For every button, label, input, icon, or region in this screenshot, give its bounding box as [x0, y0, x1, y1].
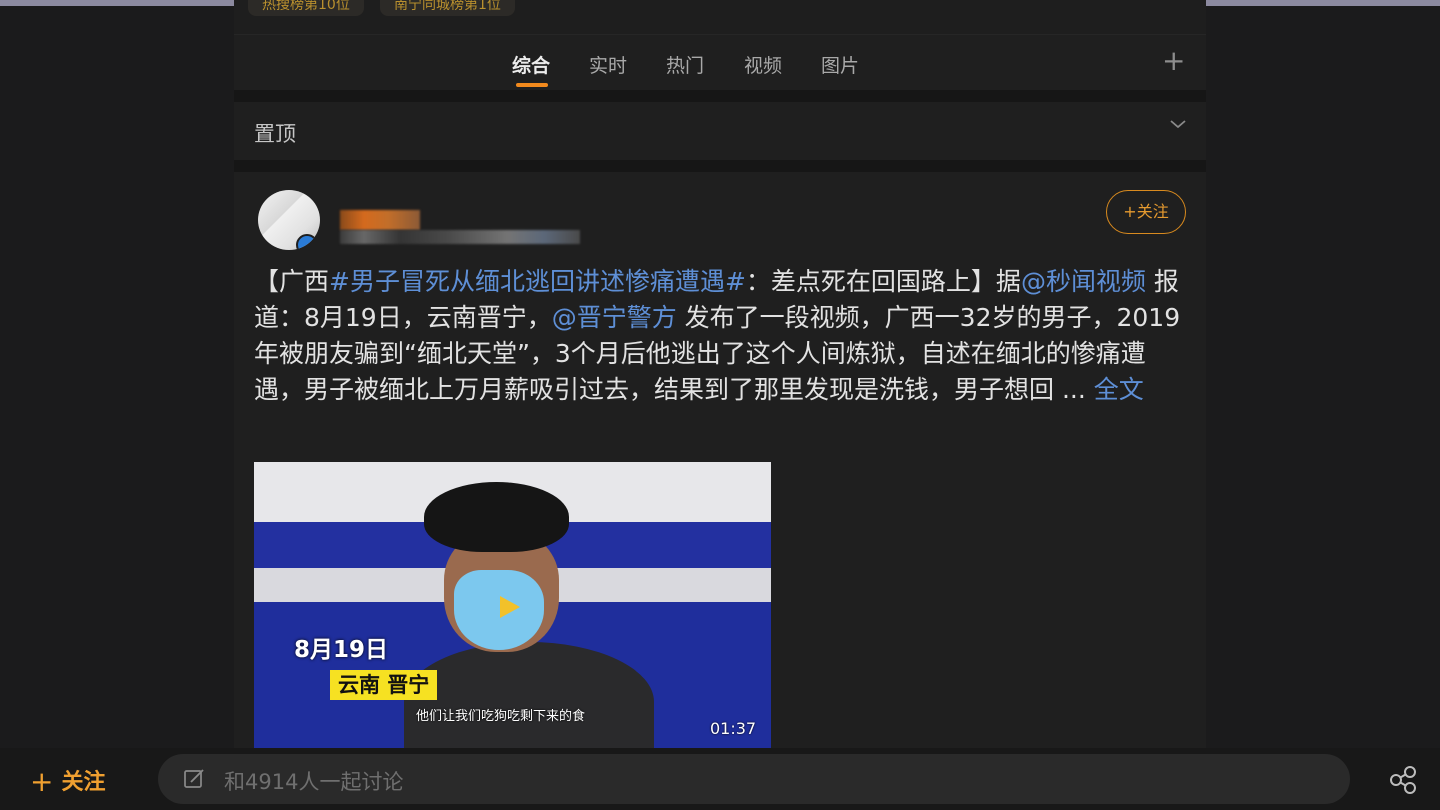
mention-link[interactable]: @秒闻视频	[1021, 267, 1146, 296]
post-text-part: 【广西	[254, 267, 330, 296]
video-thumbnail[interactable]: 8月19日 云南 晋宁 他们让我们吃狗吃剩下来的食 01:37	[254, 462, 771, 748]
bottom-bar: + 关注 和4914人一起讨论	[0, 748, 1440, 810]
plus-icon: +	[30, 765, 54, 798]
tab-realtime[interactable]: 实时	[589, 51, 627, 78]
hashtag-link[interactable]: #男子冒死从缅北逃回讲述惨痛遭遇#	[329, 267, 746, 296]
follow-topic-button[interactable]: + 关注	[30, 764, 105, 798]
edit-icon	[184, 769, 204, 788]
play-icon[interactable]	[500, 596, 520, 618]
post-text: 【广西#男子冒死从缅北逃回讲述惨痛遭遇#：差点死在回国路上】据@秒闻视频 报道：…	[254, 264, 1189, 408]
video-subtitle: 他们让我们吃狗吃剩下来的食	[416, 709, 586, 724]
username-obscured[interactable]	[340, 210, 420, 230]
full-text-link[interactable]: 全文	[1094, 375, 1144, 404]
window-edge-right	[1206, 0, 1440, 6]
tab-bar: 综合 实时 热门 视频 图片 +	[234, 34, 1206, 90]
plus-icon[interactable]: +	[1162, 47, 1185, 75]
share-icon[interactable]	[1386, 762, 1420, 796]
video-person-hair	[424, 482, 569, 552]
tab-hot[interactable]: 热门	[666, 51, 704, 78]
tab-comprehensive[interactable]: 综合	[512, 51, 550, 78]
follow-topic-label: 关注	[61, 770, 106, 795]
weibo-topic-page: 热搜榜第10位 南宁同城榜第1位 综合 实时 热门 视频 图片 + 置顶 +关注…	[234, 0, 1206, 748]
chevron-down-icon[interactable]	[1168, 114, 1188, 134]
hot-rank-chips: 热搜榜第10位 南宁同城榜第1位	[234, 0, 1206, 34]
tab-images[interactable]: 图片	[821, 51, 859, 78]
active-tab-indicator	[516, 83, 548, 87]
weibo-post: +关注 【广西#男子冒死从缅北逃回讲述惨痛遭遇#：差点死在回国路上】据@秒闻视频…	[234, 172, 1206, 748]
comment-placeholder: 和4914人一起讨论	[224, 770, 404, 794]
pinned-section[interactable]: 置顶	[234, 102, 1206, 160]
post-text-part: ：差点死在回国路上】据	[745, 267, 1021, 296]
avatar[interactable]	[258, 190, 320, 250]
video-place-caption: 云南 晋宁	[330, 670, 438, 700]
mention-link[interactable]: @晋宁警方	[552, 303, 677, 332]
follow-button[interactable]: +关注	[1106, 190, 1186, 234]
city-rank-chip[interactable]: 南宁同城榜第1位	[380, 0, 515, 16]
post-meta-obscured	[340, 230, 580, 244]
pinned-label: 置顶	[254, 122, 296, 146]
video-date-caption: 8月19日	[294, 637, 389, 663]
window-edge-left	[0, 0, 234, 6]
hot-search-rank-chip[interactable]: 热搜榜第10位	[248, 0, 364, 16]
comment-input[interactable]: 和4914人一起讨论	[158, 754, 1350, 804]
tab-video[interactable]: 视频	[744, 51, 782, 78]
video-duration: 01:37	[710, 719, 757, 738]
video-person-mask	[454, 570, 544, 650]
